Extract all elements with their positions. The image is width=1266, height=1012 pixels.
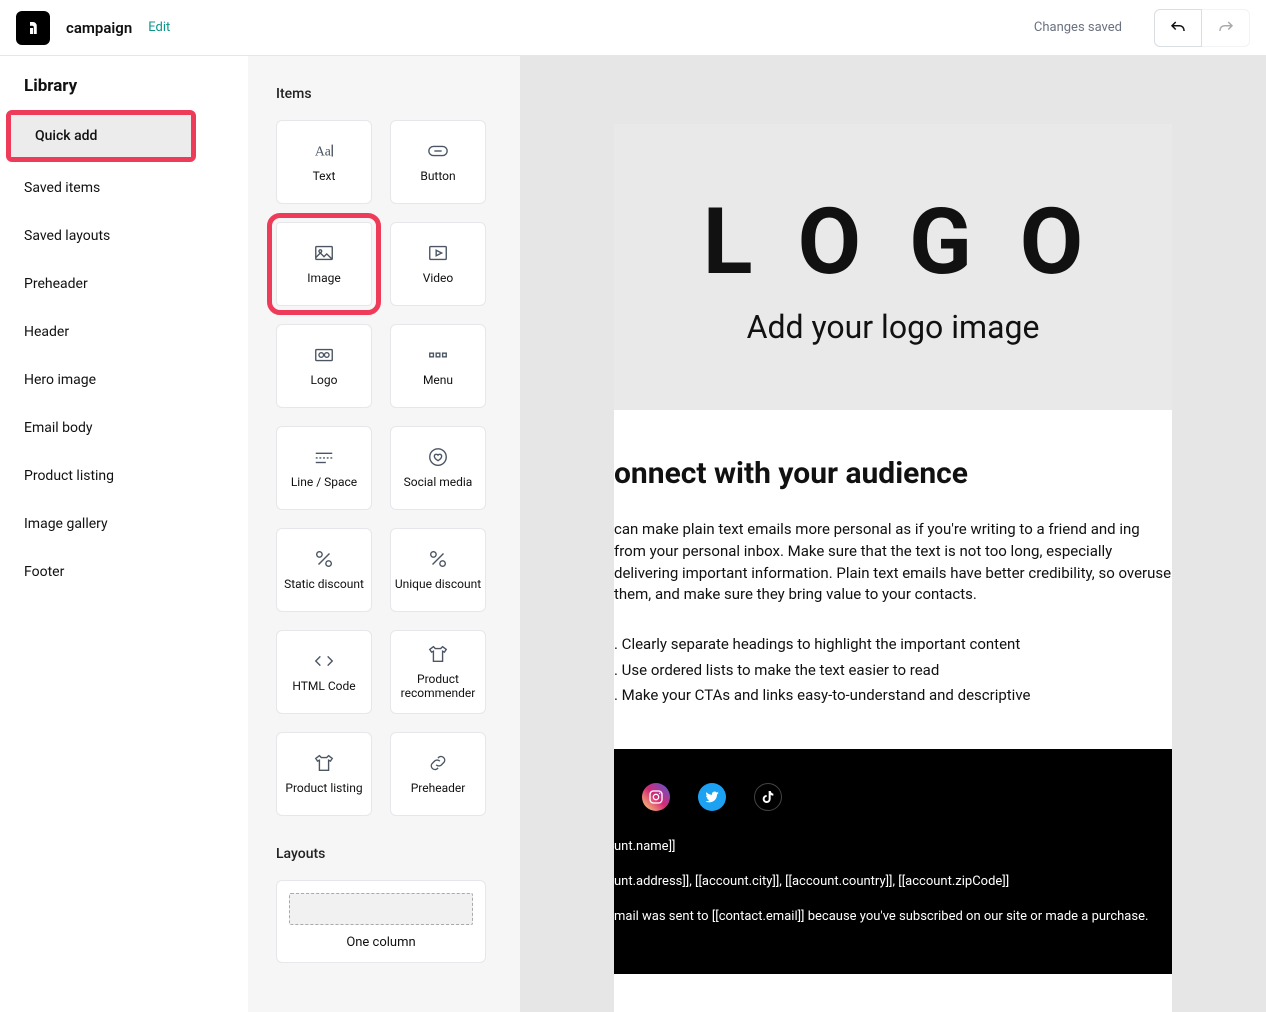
item-label: Video bbox=[423, 272, 454, 286]
item-card-button[interactable]: Button bbox=[390, 120, 486, 204]
menu-icon bbox=[427, 344, 449, 366]
shirt-icon bbox=[313, 752, 335, 774]
layout-label: One column bbox=[346, 935, 415, 950]
item-label: Product listing bbox=[285, 782, 362, 796]
list-item: . Clearly separate headings to highlight… bbox=[614, 632, 1172, 658]
sidebar-item-quick-add[interactable]: Quick add bbox=[11, 115, 191, 157]
item-card-video[interactable]: Video bbox=[390, 222, 486, 306]
list-item: . Use ordered lists to make the text eas… bbox=[614, 658, 1172, 684]
list-item: . Make your CTAs and links easy-to-under… bbox=[614, 683, 1172, 709]
button-icon bbox=[427, 140, 449, 162]
percent-icon bbox=[427, 548, 449, 570]
body-list: . Clearly separate headings to highlight… bbox=[614, 632, 1172, 709]
item-label: HTML Code bbox=[292, 680, 355, 694]
item-card-preheader[interactable]: Preheader bbox=[390, 732, 486, 816]
footer-line-3: mail was sent to [[contact.email]] becau… bbox=[614, 909, 1172, 924]
code-icon bbox=[313, 650, 335, 672]
sidebar-item-preheader[interactable]: Preheader bbox=[0, 260, 248, 308]
save-status: Changes saved bbox=[1034, 20, 1122, 35]
item-label: Product recommender bbox=[391, 673, 485, 701]
item-label: Social media bbox=[404, 476, 473, 490]
item-card-social-media[interactable]: Social media bbox=[390, 426, 486, 510]
item-label: Preheader bbox=[411, 782, 466, 796]
instagram-icon[interactable] bbox=[642, 783, 670, 811]
item-label: Line / Space bbox=[291, 476, 357, 490]
shirt-icon bbox=[427, 643, 449, 665]
sidebar-item-email-body[interactable]: Email body bbox=[0, 404, 248, 452]
layouts-heading: Layouts bbox=[276, 846, 492, 862]
tiktok-icon[interactable] bbox=[754, 783, 782, 811]
item-card-image[interactable]: Image bbox=[276, 222, 372, 306]
logo-placeholder-sub: Add your logo image bbox=[747, 308, 1040, 346]
edit-link[interactable]: Edit bbox=[148, 20, 170, 35]
line-space-icon bbox=[313, 446, 335, 468]
canvas-area: LOGO Add your logo image onnect with you… bbox=[520, 56, 1266, 1012]
sidebar: Library Quick add Saved itemsSaved layout… bbox=[0, 56, 248, 1012]
sidebar-item-saved-items[interactable]: Saved items bbox=[0, 164, 248, 212]
footer-line-2: unt.address]], [[account.city]], [[accou… bbox=[614, 874, 1172, 889]
item-card-static-discount[interactable]: Static discount bbox=[276, 528, 372, 612]
item-card-line-space[interactable]: Line / Space bbox=[276, 426, 372, 510]
redo-button bbox=[1202, 9, 1250, 47]
sidebar-item-footer[interactable]: Footer bbox=[0, 548, 248, 596]
item-card-product-recommender[interactable]: Product recommender bbox=[390, 630, 486, 714]
sidebar-item-product-listing[interactable]: Product listing bbox=[0, 452, 248, 500]
item-label: Text bbox=[313, 170, 336, 184]
body-heading: onnect with your audience bbox=[614, 456, 1172, 491]
item-card-html-code[interactable]: HTML Code bbox=[276, 630, 372, 714]
items-panel: Items Text Button Image Video Logo Menu Line /… bbox=[248, 56, 520, 1012]
undo-button[interactable] bbox=[1154, 9, 1202, 47]
logo-placeholder-block[interactable]: LOGO Add your logo image bbox=[614, 124, 1172, 410]
email-body-block[interactable]: onnect with your audience can make plain… bbox=[614, 410, 1172, 749]
topbar: campaign Edit Changes saved bbox=[0, 0, 1266, 56]
items-heading: Items bbox=[276, 86, 492, 102]
layout-one-column[interactable]: One column bbox=[276, 880, 486, 963]
sidebar-title: Library bbox=[0, 76, 248, 108]
social-row bbox=[614, 783, 1172, 811]
email-footer-block[interactable]: unt.name]] unt.address]], [[account.city… bbox=[614, 749, 1172, 974]
item-card-logo[interactable]: Logo bbox=[276, 324, 372, 408]
sidebar-item-saved-layouts[interactable]: Saved layouts bbox=[0, 212, 248, 260]
item-card-product-listing[interactable]: Product listing bbox=[276, 732, 372, 816]
item-label: Logo bbox=[311, 374, 338, 388]
item-card-text[interactable]: Text bbox=[276, 120, 372, 204]
twitter-icon[interactable] bbox=[698, 783, 726, 811]
footer-line-1: unt.name]] bbox=[614, 839, 1172, 854]
video-icon bbox=[427, 242, 449, 264]
redo-icon bbox=[1217, 19, 1235, 37]
app-logo[interactable] bbox=[16, 11, 50, 45]
sidebar-item-header[interactable]: Header bbox=[0, 308, 248, 356]
email-canvas[interactable]: LOGO Add your logo image onnect with you… bbox=[614, 124, 1172, 1012]
undo-icon bbox=[1169, 19, 1187, 37]
layout-slot bbox=[289, 893, 473, 925]
percent-icon bbox=[313, 548, 335, 570]
item-card-unique-discount[interactable]: Unique discount bbox=[390, 528, 486, 612]
logo-placeholder-word: LOGO bbox=[655, 189, 1131, 296]
item-label: Menu bbox=[423, 374, 453, 388]
text-icon bbox=[313, 140, 335, 162]
item-card-menu[interactable]: Menu bbox=[390, 324, 486, 408]
image-icon bbox=[313, 242, 335, 264]
item-label: Image bbox=[307, 272, 340, 286]
sidebar-item-image-gallery[interactable]: Image gallery bbox=[0, 500, 248, 548]
logo-icon bbox=[313, 344, 335, 366]
link-icon bbox=[427, 752, 449, 774]
item-label: Button bbox=[420, 170, 455, 184]
item-label: Static discount bbox=[284, 578, 364, 592]
item-label: Unique discount bbox=[395, 578, 481, 592]
body-paragraph: can make plain text emails more personal… bbox=[614, 519, 1172, 606]
heart-icon bbox=[427, 446, 449, 468]
page-title: campaign bbox=[66, 19, 132, 37]
sidebar-item-hero-image[interactable]: Hero image bbox=[0, 356, 248, 404]
